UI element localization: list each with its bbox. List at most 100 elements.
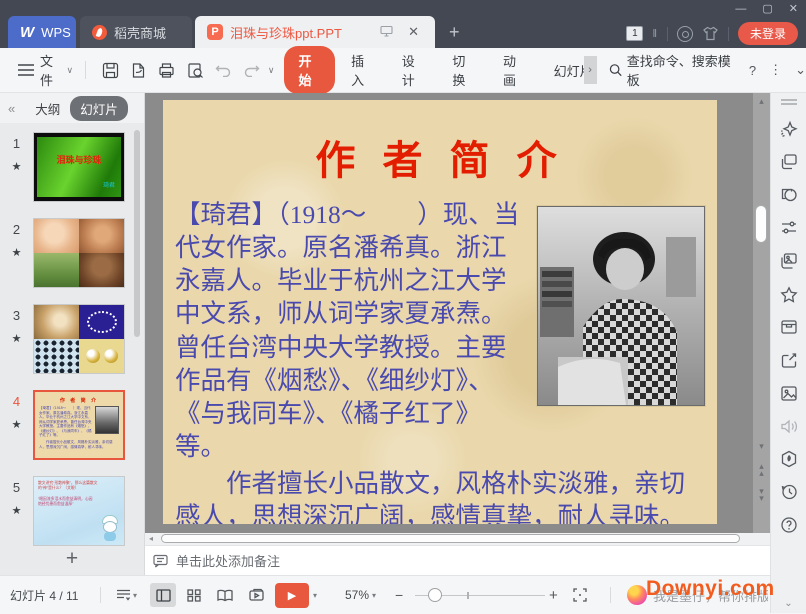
presentation-mode-icon[interactable] [380, 25, 393, 37]
normal-view-button[interactable] [150, 583, 176, 607]
skin-shirt-icon[interactable] [702, 26, 719, 41]
zoom-slider-knob[interactable] [428, 588, 442, 602]
slide-sorter-view-button[interactable] [181, 583, 207, 607]
tabs-overflow-button[interactable]: › [584, 56, 597, 84]
scroll-up-icon[interactable]: ▴ [753, 96, 770, 107]
current-slide[interactable]: 作 者 简 介 [163, 100, 717, 524]
print-icon[interactable] [153, 62, 181, 79]
zoom-control[interactable]: 57% ▾ [345, 576, 376, 614]
slide-title[interactable]: 作 者 简 介 [163, 128, 717, 186]
file-menu[interactable]: 文件 [40, 51, 65, 89]
tab-transitions[interactable]: 切换 [440, 46, 487, 94]
sound-icon[interactable] [780, 417, 798, 435]
favorites-star-icon[interactable] [780, 285, 798, 303]
notes-panel-toggle[interactable]: ▾ [116, 576, 137, 614]
undo-icon[interactable] [209, 63, 237, 77]
assistant-mascot-icon[interactable] [627, 585, 647, 605]
picture-icon[interactable] [780, 384, 798, 402]
thumbnail-image[interactable]: 散文讲究“形散神聚”，那么这篇散文的“神”是什么？（文眼） “眼因流多泪水而愈益… [33, 476, 125, 546]
play-slideshow-button[interactable]: ▶ [275, 583, 309, 608]
redo-icon[interactable] [238, 63, 266, 77]
slide-thumbnail-5[interactable]: 5 ★ 散文讲究“形散神聚”，那么这篇散文的“神”是什么？（文眼） “眼因流多泪… [0, 476, 144, 546]
canvas-horizontal-scrollbar[interactable]: ◂ [145, 533, 770, 545]
close-button[interactable]: ✕ [789, 2, 798, 16]
add-slide-button[interactable]: + [0, 547, 144, 571]
slide-layout-icon[interactable] [780, 153, 798, 171]
slide-body-text[interactable]: 【琦君】（1918～ ）现、当代女作家。原名潘希真。浙江永嘉人。毕业于杭州之江大… [175, 198, 707, 524]
docer-flame-icon [92, 25, 107, 40]
tab-wps-home[interactable]: W WPS [8, 16, 76, 48]
horizontal-scroll-thumb[interactable] [161, 534, 740, 543]
minimize-button[interactable]: — [735, 2, 746, 16]
titlebar: — ▢ ✕ W WPS 稻壳商城 P 泪珠与珍珠ppt.PPT ✕ + 1 ‖ [0, 0, 806, 48]
ribbon-right: ? ⋮ ⌄ [749, 62, 806, 78]
divider [100, 587, 101, 603]
tab-home[interactable]: 开始 [284, 46, 335, 94]
command-search[interactable]: 查找命令、搜索模板 [609, 51, 737, 89]
help-icon[interactable] [780, 516, 798, 534]
help-icon[interactable]: ? [749, 63, 756, 78]
window-count-badge[interactable]: 1 [626, 26, 643, 41]
toolbar-collapse-icon[interactable]: ⌄ [784, 598, 792, 609]
slide-thumbnail-3[interactable]: 3 ★ [0, 304, 144, 374]
slide-thumbnail-1[interactable]: 1 ★ 泪珠与珍珠 琦君 [0, 132, 144, 202]
thumbnail-image[interactable]: 作 者 简 介 【琦君】（1918～ ）现、当代女作家。原名潘希真。浙江永嘉人。… [33, 390, 125, 460]
scroll-left-icon[interactable]: ◂ [149, 534, 153, 543]
drag-handle-icon[interactable] [781, 99, 797, 105]
close-tab-icon[interactable]: ✕ [408, 24, 419, 40]
previous-slide-button[interactable]: ▴▴ [753, 463, 770, 477]
scroll-down-icon[interactable]: ▾ [753, 441, 770, 452]
more-icon[interactable]: ⋮ [769, 62, 782, 78]
tab-design[interactable]: 设计 [390, 46, 437, 94]
zoom-in-button[interactable]: + [549, 576, 558, 614]
tab-insert[interactable]: 插入 [339, 46, 386, 94]
slide-number: 1 [13, 136, 20, 151]
quickbar-dropdown-icon[interactable]: ∨ [268, 65, 275, 76]
zoom-out-button[interactable]: − [395, 576, 403, 614]
tab-animation[interactable]: 动画 [491, 46, 538, 94]
maximize-button[interactable]: ▢ [762, 2, 772, 16]
collapse-ribbon-icon[interactable]: ⌄ [795, 62, 806, 78]
login-button[interactable]: 未登录 [738, 22, 798, 45]
thumbnail-image[interactable]: 泪珠与珍珠 琦君 [33, 132, 125, 202]
thumbnail-image[interactable] [33, 218, 125, 288]
material-box-icon[interactable] [780, 318, 798, 336]
tab-docer-mall[interactable]: 稻壳商城 [80, 16, 192, 48]
fit-slide-button[interactable] [573, 576, 587, 614]
design-gallery-icon[interactable] [780, 252, 798, 270]
window-list-icon[interactable]: ‖ [652, 28, 658, 40]
author-portrait-photo[interactable] [537, 206, 705, 406]
print-preview-icon[interactable] [181, 62, 209, 79]
save-icon[interactable] [96, 62, 124, 79]
tab-document[interactable]: P 泪珠与珍珠ppt.PPT ✕ [195, 16, 435, 48]
next-slide-button[interactable]: ▾▾ [753, 488, 770, 502]
history-icon[interactable] [780, 483, 798, 501]
file-menu-caret-icon[interactable]: ∨ [67, 65, 74, 76]
share-icon[interactable] [780, 351, 798, 369]
tab-outline[interactable]: 大纲 [25, 96, 70, 121]
shapes-icon[interactable] [780, 186, 798, 204]
docer-resources-icon[interactable] [780, 450, 798, 468]
slide-thumbnail-2[interactable]: 2 ★ [0, 218, 144, 288]
menu-hamburger-icon[interactable] [18, 64, 34, 76]
thumbnail-image[interactable] [33, 304, 125, 374]
canvas-vertical-scrollbar[interactable]: ▴ ▾ ▴▴ ▾▾ [753, 93, 770, 533]
notes-bar[interactable]: 单击此处添加备注 [145, 545, 770, 575]
theme-icon[interactable] [677, 26, 693, 42]
wps-logo-icon: W [20, 24, 34, 41]
tab-slideshow[interactable]: 幻灯片放映 [542, 56, 584, 85]
play-options-dropdown-icon[interactable]: ▾ [313, 576, 317, 614]
vertical-scroll-thumb[interactable] [755, 205, 767, 243]
slide-thumbnail-4-selected[interactable]: 4 ★ 作 者 简 介 【琦君】（1918～ ）现、当代女作家。原名潘希真。浙江… [0, 390, 144, 460]
reading-view-button[interactable] [212, 583, 238, 607]
export-pdf-icon[interactable] [124, 62, 152, 79]
dropdown-icon: ▾ [133, 591, 137, 600]
collapse-panel-icon[interactable]: « [8, 101, 15, 116]
tab-slides[interactable]: 幻灯片 [70, 96, 128, 121]
presenter-view-button[interactable] [243, 583, 269, 607]
smart-beautify-icon[interactable] [780, 120, 798, 138]
panel-scrollbar[interactable] [134, 130, 140, 337]
thumb-question: 散文讲究“形散神聚”，那么这篇散文的“神”是什么？（文眼） [38, 481, 102, 491]
new-tab-button[interactable]: + [435, 16, 474, 48]
adjust-sliders-icon[interactable] [780, 219, 798, 237]
